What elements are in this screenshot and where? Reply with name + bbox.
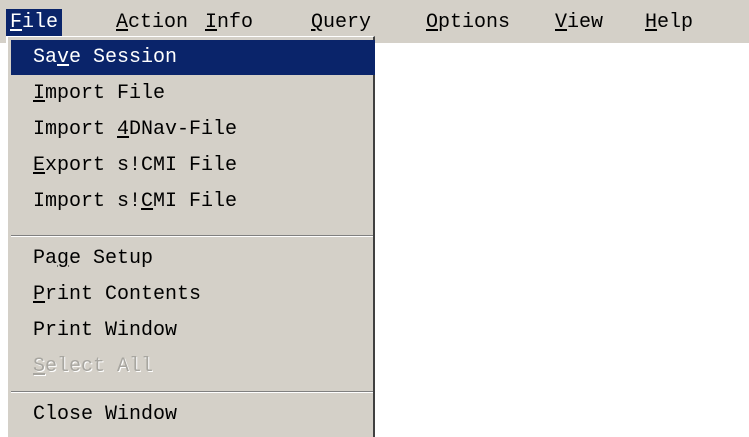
menu-item-label-post: MI File bbox=[153, 190, 238, 213]
menu-item-label-pre: Sa bbox=[33, 46, 58, 69]
menu-item-label-pre: Pa bbox=[33, 247, 58, 270]
menu-accelerator: H bbox=[645, 11, 658, 34]
menu-item-accelerator: C bbox=[141, 190, 154, 213]
menu-item-import-4dnav-file[interactable]: Import 4DNav-File bbox=[11, 112, 375, 147]
menu-item-label-post: mport File bbox=[45, 82, 166, 105]
menu-label-post: uery bbox=[323, 11, 372, 34]
menu-separator bbox=[11, 235, 373, 237]
menu-accelerator: F bbox=[10, 11, 23, 34]
menu-item-save-session[interactable]: Save Session bbox=[11, 40, 375, 75]
main-content-area bbox=[377, 43, 749, 437]
menu-item-import-scmi-file[interactable]: Import s!CMI File bbox=[11, 184, 375, 219]
menu-item-label-post: e Setup bbox=[69, 247, 154, 270]
menu-item-export-scmi-file[interactable]: Export s!CMI File bbox=[11, 148, 375, 183]
menu-item-accelerator: I bbox=[33, 82, 46, 105]
menu-item-label-post: elect All bbox=[45, 355, 154, 378]
menu-item-accelerator: 4 bbox=[117, 118, 130, 141]
menu-item-label-pre: Print Window bbox=[33, 319, 178, 342]
menu-label-post: nfo bbox=[217, 11, 254, 34]
menu-action[interactable]: Action bbox=[112, 9, 192, 36]
menu-item-label-post: xport s!CMI File bbox=[45, 154, 238, 177]
menu-label-post: ile bbox=[22, 11, 59, 34]
menu-item-label-pre: Import s! bbox=[33, 190, 142, 213]
menu-item-label-post: DNav-File bbox=[129, 118, 238, 141]
menu-view[interactable]: View bbox=[551, 9, 607, 36]
menu-accelerator: I bbox=[205, 11, 218, 34]
menu-label-post: ptions bbox=[438, 11, 511, 34]
menu-item-accelerator: v bbox=[57, 46, 70, 69]
menu-label-post: ction bbox=[128, 11, 189, 34]
menu-item-accelerator: E bbox=[33, 154, 46, 177]
menu-accelerator: A bbox=[116, 11, 129, 34]
menu-item-accelerator: P bbox=[33, 283, 46, 306]
menu-help[interactable]: Help bbox=[641, 9, 697, 36]
menu-label-post: iew bbox=[567, 11, 604, 34]
menu-label-post: elp bbox=[657, 11, 694, 34]
menu-accelerator: O bbox=[426, 11, 439, 34]
file-menu-dropdown: Save Session Import File Import 4DNav-Fi… bbox=[6, 36, 375, 437]
menu-item-label-post: e Session bbox=[69, 46, 178, 69]
menu-item-import-file[interactable]: Import File bbox=[11, 76, 375, 111]
menu-file[interactable]: File bbox=[6, 9, 63, 36]
menu-item-label-post: rint Contents bbox=[45, 283, 202, 306]
menu-query[interactable]: Query bbox=[307, 9, 375, 36]
menu-item-label-pre: Import bbox=[33, 118, 118, 141]
menu-item-print-window[interactable]: Print Window bbox=[11, 313, 375, 348]
menu-item-close-window[interactable]: Close Window bbox=[11, 397, 375, 432]
menu-options[interactable]: Options bbox=[422, 9, 514, 36]
menu-item-print-contents[interactable]: Print Contents bbox=[11, 277, 375, 312]
menu-item-accelerator: S bbox=[33, 355, 46, 378]
menu-accelerator: V bbox=[555, 11, 568, 34]
menu-item-label-pre: Close Window bbox=[33, 403, 178, 426]
menu-accelerator: Q bbox=[311, 11, 324, 34]
menu-item-select-all: Select All bbox=[11, 349, 375, 384]
menu-item-accelerator: g bbox=[57, 247, 70, 270]
menu-separator bbox=[11, 391, 373, 393]
menu-info[interactable]: Info bbox=[201, 9, 257, 36]
menu-item-page-setup[interactable]: Page Setup bbox=[11, 241, 375, 276]
